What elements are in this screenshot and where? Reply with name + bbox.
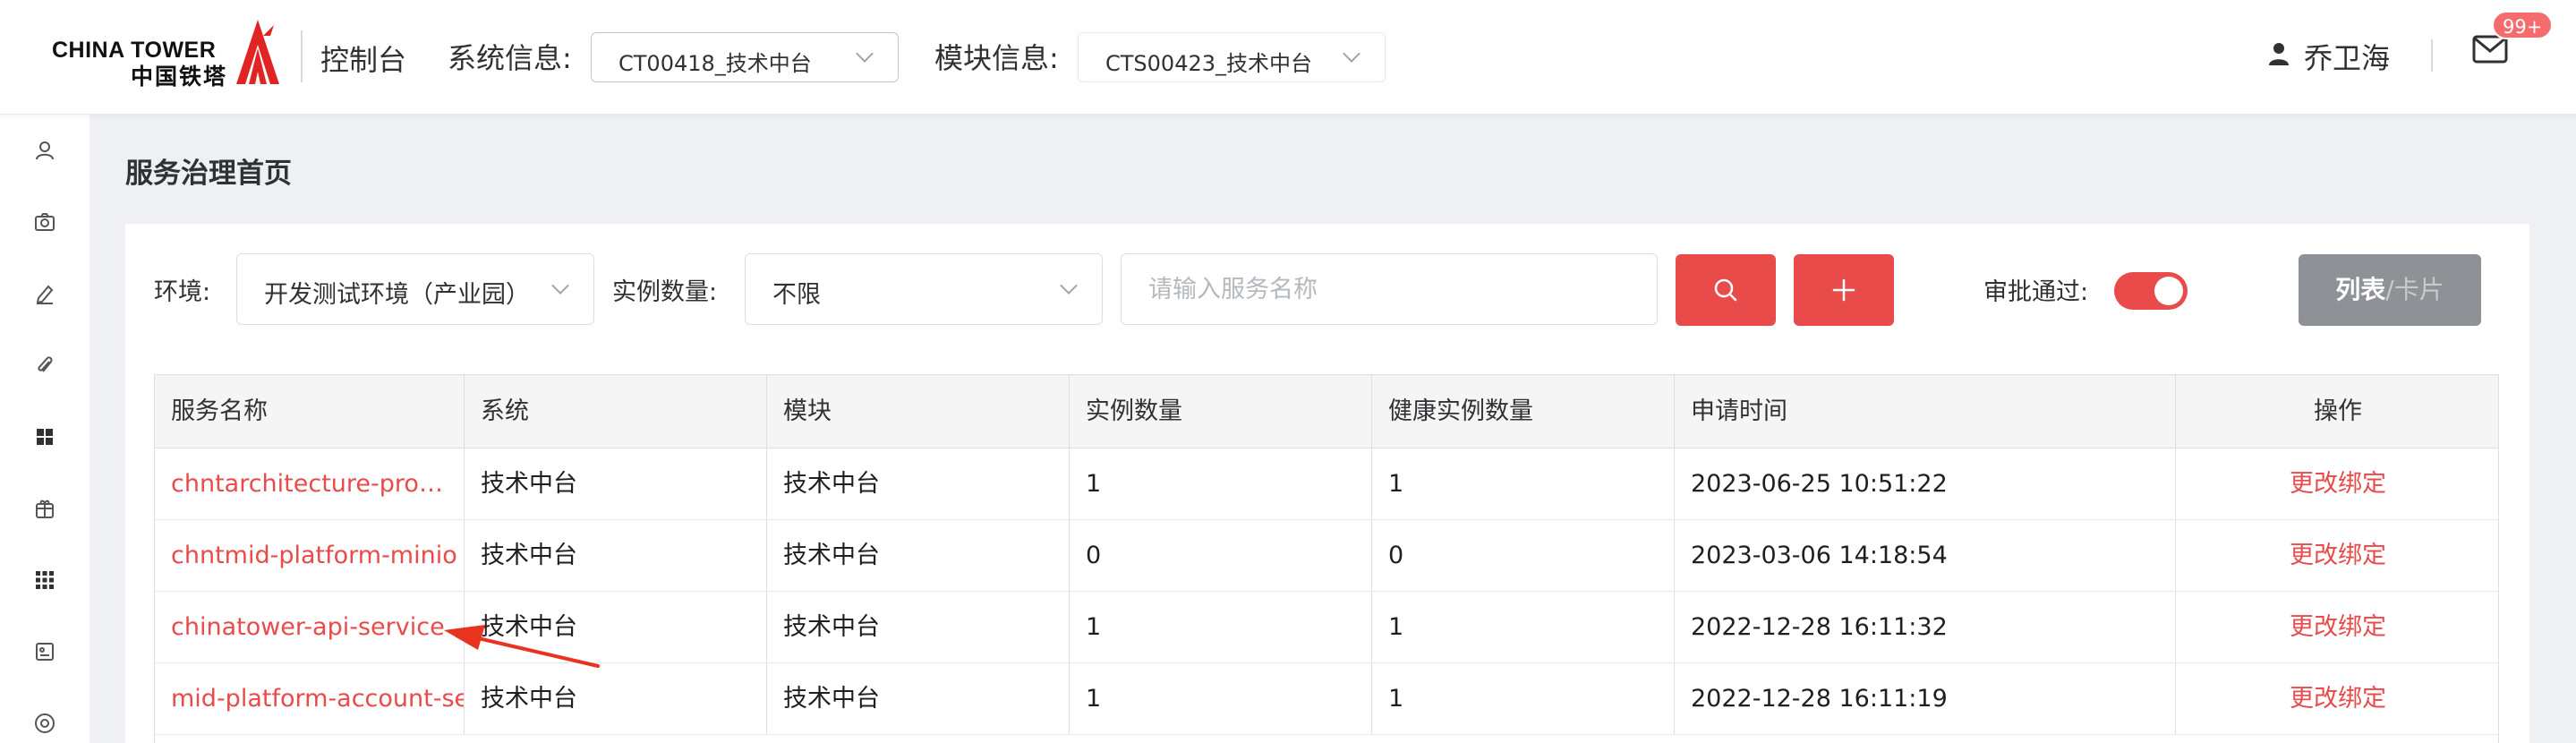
user-icon <box>2269 43 2289 65</box>
change-binding-link[interactable]: 更改绑定 <box>2176 663 2498 734</box>
user-name: 乔卫海 <box>2304 41 2391 75</box>
system-cell: 技术中台 <box>465 448 767 519</box>
instances-cell: 1 <box>1070 592 1372 662</box>
module-select-value: CTS00423_技术中台 <box>1105 51 1312 76</box>
camera-icon[interactable] <box>34 211 55 233</box>
sidebar <box>0 115 90 743</box>
app-root: CHINA TOWER 中国铁塔 控制台 系统信息: CT00418_技术中台 … <box>0 0 2576 743</box>
search-button[interactable] <box>1676 254 1776 326</box>
logo-divider <box>301 30 303 82</box>
chevron-down-icon <box>1060 277 1078 295</box>
column-header: 健康实例数量 <box>1372 375 1675 448</box>
system-info-label: 系统信息: <box>448 41 572 75</box>
media-icon[interactable] <box>34 641 55 662</box>
time-cell: 2022-12-28 16:11:32 <box>1675 592 2176 662</box>
service-name-link[interactable]: chinatower-api-service <box>155 592 465 662</box>
grid-icon[interactable] <box>34 426 55 448</box>
time-cell: 2023-06-25 10:51:22 <box>1675 448 2176 519</box>
module-cell: 技术中台 <box>767 663 1070 734</box>
column-header: 系统 <box>465 375 767 448</box>
service-name-link[interactable]: chntarchitecture-property-service <box>155 448 465 519</box>
instances-cell: 1 <box>1070 448 1372 519</box>
module-select[interactable]: CTS00423_技术中台 <box>1078 32 1386 82</box>
healthy-cell: 1 <box>1372 448 1675 519</box>
healthy-cell: 1 <box>1372 663 1675 734</box>
time-cell: 2022-12-28 16:11:19 <box>1675 663 2176 734</box>
mail-badge: 99+ <box>2492 11 2554 39</box>
package-icon[interactable] <box>34 498 55 519</box>
instance-count-select[interactable]: 不限 <box>745 253 1103 325</box>
support-icon[interactable] <box>34 713 55 734</box>
view-separator: / <box>2385 275 2394 304</box>
view-card-label[interactable]: 卡片 <box>2394 275 2444 304</box>
table-row: mid-platform-account-service 技术中台 技术中台 1… <box>155 663 2498 735</box>
logo-text-cn: 中国铁塔 <box>131 64 228 90</box>
table-row: chntmid-platform-minio 技术中台 技术中台 0 0 202… <box>155 520 2498 592</box>
page-title: 服务治理首页 <box>125 158 292 190</box>
toggle-knob <box>2154 277 2183 305</box>
module-cell: 技术中台 <box>767 592 1070 662</box>
module-cell: 技术中台 <box>767 448 1070 519</box>
healthy-cell: 1 <box>1372 592 1675 662</box>
column-header: 模块 <box>767 375 1070 448</box>
instance-count-value: 不限 <box>772 281 821 309</box>
env-select-value: 开发测试环境（产业园） <box>264 281 530 309</box>
system-select[interactable]: CT00418_技术中台 <box>591 32 899 82</box>
header-divider <box>2431 39 2433 72</box>
console-title: 控制台 <box>320 43 407 77</box>
china-tower-logo[interactable]: CHINA TOWER 中国铁塔 <box>52 18 286 90</box>
service-name-link[interactable]: chntmid-platform-minio <box>155 520 465 591</box>
view-list-label[interactable]: 列表 <box>2335 275 2385 304</box>
service-table: 服务名称 系统 模块 实例数量 健康实例数量 申请时间 操作 chntarchi… <box>154 374 2499 743</box>
search-icon <box>1714 278 1737 302</box>
column-header: 服务名称 <box>155 375 465 448</box>
change-binding-link[interactable]: 更改绑定 <box>2176 520 2498 591</box>
env-label: 环境: <box>154 278 211 306</box>
service-name-link[interactable]: mid-platform-account-service <box>155 663 465 734</box>
chevron-down-icon <box>551 277 569 295</box>
approve-toggle[interactable] <box>2114 272 2188 310</box>
module-info-label: 模块信息: <box>934 41 1059 75</box>
chevron-down-icon <box>1343 45 1361 63</box>
user-icon[interactable] <box>34 140 55 161</box>
instances-cell: 0 <box>1070 520 1372 591</box>
service-search-input[interactable] <box>1121 253 1658 325</box>
table-header: 服务名称 系统 模块 实例数量 健康实例数量 申请时间 操作 <box>155 375 2498 448</box>
instances-cell: 1 <box>1070 663 1372 734</box>
add-button[interactable] <box>1794 254 1894 326</box>
plus-icon <box>1832 278 1855 302</box>
apps-icon[interactable] <box>34 569 55 591</box>
attachment-icon[interactable] <box>34 354 55 376</box>
env-select[interactable]: 开发测试环境（产业园） <box>236 253 594 325</box>
system-cell: 技术中台 <box>465 520 767 591</box>
column-header: 操作 <box>2314 397 2362 425</box>
annotation-arrow-icon <box>444 625 600 668</box>
table-row: chntarchitecture-property-service 技术中台 技… <box>155 448 2498 520</box>
system-cell: 技术中台 <box>465 663 767 734</box>
chevron-down-icon <box>856 45 874 63</box>
approve-label: 审批通过: <box>1983 278 2089 306</box>
change-binding-link[interactable]: 更改绑定 <box>2176 448 2498 519</box>
edit-icon[interactable] <box>34 283 55 304</box>
column-header: 实例数量 <box>1070 375 1372 448</box>
view-toggle-button[interactable]: 列表/卡片 <box>2299 254 2481 326</box>
time-cell: 2023-03-06 14:18:54 <box>1675 520 2176 591</box>
table-row <box>155 735 2498 743</box>
logo-mark-icon <box>236 20 279 84</box>
system-select-value: CT00418_技术中台 <box>618 51 812 76</box>
instance-count-label: 实例数量: <box>612 278 718 306</box>
healthy-cell: 0 <box>1372 520 1675 591</box>
module-cell: 技术中台 <box>767 520 1070 591</box>
column-header: 申请时间 <box>1675 375 2176 448</box>
top-header: CHINA TOWER 中国铁塔 控制台 系统信息: CT00418_技术中台 … <box>0 0 2576 115</box>
change-binding-link[interactable]: 更改绑定 <box>2176 592 2498 662</box>
